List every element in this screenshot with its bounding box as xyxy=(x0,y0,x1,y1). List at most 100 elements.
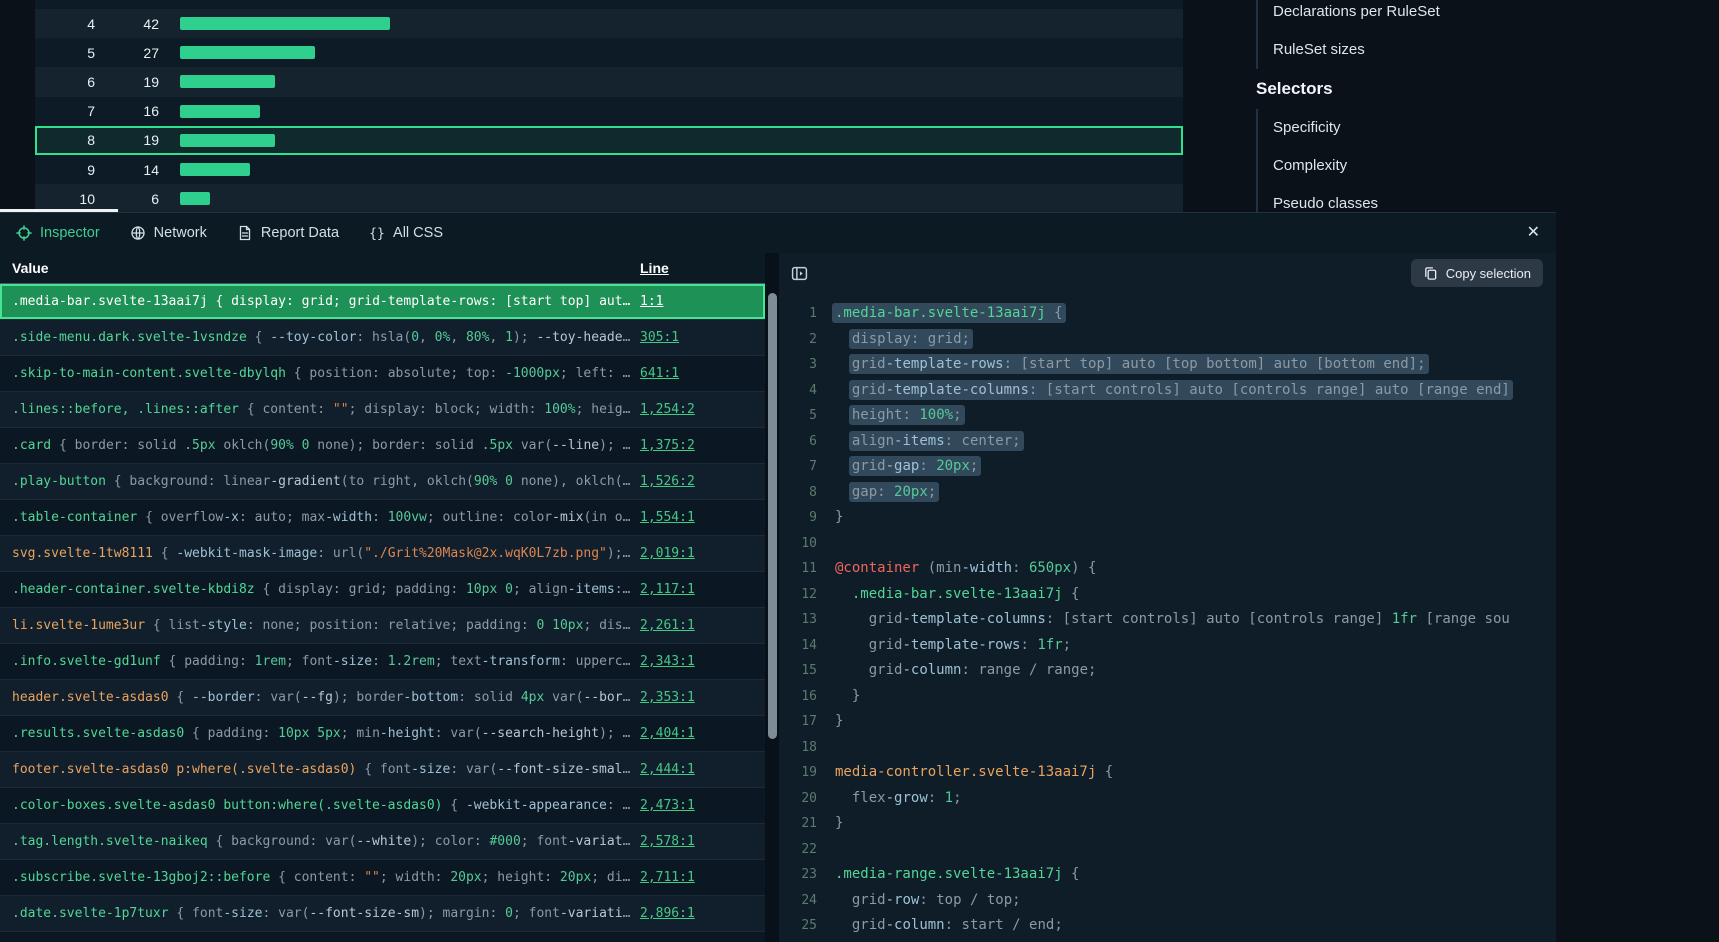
code-line: 26 xyxy=(779,939,1556,942)
rule-value: .color-boxes.svelte-asdas0 button:where(… xyxy=(0,798,640,813)
line-number: 15 xyxy=(779,658,835,684)
line-link[interactable]: 2,404:1 xyxy=(640,726,695,741)
code-line: 9} xyxy=(779,505,1556,531)
table-scrollbar[interactable] xyxy=(765,253,779,942)
chart-row[interactable]: 819 xyxy=(35,126,1183,155)
line-link[interactable]: 1,254:2 xyxy=(640,402,695,417)
nav-item-ruleset-sizes[interactable]: RuleSet sizes xyxy=(1258,31,1716,69)
line-number: 6 xyxy=(779,429,835,455)
line-link[interactable]: 305:1 xyxy=(640,330,679,345)
nav-item-specificity[interactable]: Specificity xyxy=(1258,109,1716,147)
line-link[interactable]: 2,117:1 xyxy=(640,582,695,597)
chart-row[interactable]: 106 xyxy=(35,184,1183,212)
line-link[interactable]: 1:1 xyxy=(640,294,663,309)
css-rule-row[interactable]: .lines::before, .lines::after { content:… xyxy=(0,392,765,428)
tab-report-data[interactable]: Report Data xyxy=(237,225,339,241)
css-rule-row[interactable]: li.svelte-1ume3ur { list-style: none; po… xyxy=(0,608,765,644)
code-line: 4 grid-template-columns: [start controls… xyxy=(779,378,1556,404)
chart-row-label: 6 xyxy=(35,74,95,90)
line-link[interactable]: 2,444:1 xyxy=(640,762,695,777)
chart-row-value: 6 xyxy=(95,191,159,207)
css-rule-row[interactable]: .table-container { overflow-x: auto; max… xyxy=(0,500,765,536)
line-link[interactable]: 1,375:2 xyxy=(640,438,695,453)
tab-label: Inspector xyxy=(40,225,100,241)
css-rule-row[interactable]: .skip-to-main-content.svelte-dbylqh { po… xyxy=(0,356,765,392)
panel-toggle-icon[interactable] xyxy=(791,265,808,282)
rule-line-cell: 641:1 xyxy=(640,366,765,381)
line-link[interactable]: 2,353:1 xyxy=(640,690,695,705)
rule-line-cell: 2,578:1 xyxy=(640,834,765,849)
line-link[interactable]: 1,526:2 xyxy=(640,474,695,489)
scrollbar-thumb[interactable] xyxy=(768,293,777,739)
css-rule-row[interactable]: .color-boxes.svelte-asdas0 button:where(… xyxy=(0,788,765,824)
column-header-line[interactable]: Line xyxy=(640,260,765,276)
css-rule-row[interactable]: .play-button { background: linear-gradie… xyxy=(0,464,765,500)
rule-value: .results.svelte-asdas0 { padding: 10px 5… xyxy=(0,726,640,741)
rule-value: .play-button { background: linear-gradie… xyxy=(0,474,640,489)
chart-row-label: 10 xyxy=(35,191,95,207)
line-number: 26 xyxy=(779,939,835,942)
rule-value: li.svelte-1ume3ur { list-style: none; po… xyxy=(0,618,640,633)
line-link[interactable]: 2,261:1 xyxy=(640,618,695,633)
nav-item-declarations-per-ruleset[interactable]: Declarations per RuleSet xyxy=(1258,0,1716,31)
line-link[interactable]: 1,554:1 xyxy=(640,510,695,525)
code-text: } xyxy=(835,505,843,531)
code-text: grid-column: start / end; xyxy=(835,913,1063,939)
nav-header-selectors[interactable]: Selectors xyxy=(1256,69,1716,109)
line-link[interactable]: 2,343:1 xyxy=(640,654,695,669)
code-text: grid-column: range / range; xyxy=(835,658,1096,684)
css-rule-row[interactable]: .header-container.svelte-kbdi8z { displa… xyxy=(0,572,765,608)
chart-row[interactable]: 914 xyxy=(35,155,1183,184)
code-text: flex-grow: 1; xyxy=(835,786,962,812)
nav-item-complexity[interactable]: Complexity xyxy=(1258,147,1716,185)
ruleset-bar-chart: 442527619716819914106 xyxy=(35,0,1183,212)
tab-network[interactable]: Network xyxy=(130,225,207,241)
code-text: height: 100%; xyxy=(835,403,962,429)
line-link[interactable]: 2,896:1 xyxy=(640,906,695,921)
line-link[interactable]: 641:1 xyxy=(640,366,679,381)
rule-line-cell: 2,473:1 xyxy=(640,798,765,813)
css-rule-row[interactable]: svg.svelte-1tw8111 { -webkit-mask-image:… xyxy=(0,536,765,572)
rule-value: svg.svelte-1tw8111 { -webkit-mask-image:… xyxy=(0,546,640,561)
css-rule-row[interactable]: .media-bar.svelte-13aai7j { display: gri… xyxy=(0,284,765,320)
table-header: Value Line xyxy=(0,253,765,284)
report-icon xyxy=(237,225,253,241)
css-rule-row[interactable]: .tag.length.svelte-naikeq { background: … xyxy=(0,824,765,860)
line-number: 3 xyxy=(779,352,835,378)
copy-selection-button[interactable]: Copy selection xyxy=(1411,259,1543,287)
tab-inspector[interactable]: Inspector xyxy=(16,225,100,241)
css-rule-row[interactable]: .date.svelte-1p7tuxr { font-size: var(--… xyxy=(0,896,765,932)
close-icon[interactable]: ✕ xyxy=(1527,224,1540,242)
code-line: 14 grid-template-rows: 1fr; xyxy=(779,633,1556,659)
rule-line-cell: 2,019:1 xyxy=(640,546,765,561)
tab-all-css[interactable]: {}All CSS xyxy=(369,225,443,241)
css-rule-row[interactable]: .info.svelte-gd1unf { padding: 1rem; fon… xyxy=(0,644,765,680)
line-number: 25 xyxy=(779,913,835,939)
css-rule-row[interactable]: .card { border: solid .5px oklch(90% 0 n… xyxy=(0,428,765,464)
css-rule-row[interactable]: .side-menu.dark.svelte-1vsndze { --toy-c… xyxy=(0,320,765,356)
chart-row-label: 8 xyxy=(35,132,95,148)
chart-row[interactable]: 619 xyxy=(35,67,1183,96)
line-link[interactable]: 2,019:1 xyxy=(640,546,695,561)
css-rule-row[interactable]: header.svelte-asdas0 { --border: var(--f… xyxy=(0,680,765,716)
rule-value: .table-container { overflow-x: auto; max… xyxy=(0,510,640,525)
line-link[interactable]: 2,473:1 xyxy=(640,798,695,813)
rule-line-cell: 1,554:1 xyxy=(640,510,765,525)
code-area[interactable]: 1.media-bar.svelte-13aai7j {2 display: g… xyxy=(779,293,1556,942)
code-text: grid-gap: 20px; xyxy=(835,454,978,480)
svg-text:{}: {} xyxy=(369,227,385,242)
chart-bar xyxy=(180,192,210,205)
chart-row[interactable]: 716 xyxy=(35,97,1183,126)
chart-bar xyxy=(180,105,260,118)
css-rule-row[interactable]: footer.svelte-asdas0 p:where(.svelte-asd… xyxy=(0,752,765,788)
line-link[interactable]: 2,711:1 xyxy=(640,870,695,885)
line-number: 16 xyxy=(779,684,835,710)
css-rule-row[interactable]: .results.svelte-asdas0 { padding: 10px 5… xyxy=(0,716,765,752)
line-link[interactable]: 2,578:1 xyxy=(640,834,695,849)
chart-row[interactable]: 527 xyxy=(35,38,1183,67)
rule-value: .tag.length.svelte-naikeq { background: … xyxy=(0,834,640,849)
css-rule-row[interactable]: .subscribe.svelte-13gboj2::before { cont… xyxy=(0,860,765,896)
line-number: 2 xyxy=(779,327,835,353)
inspect-icon xyxy=(16,225,32,241)
chart-row[interactable]: 442 xyxy=(35,9,1183,38)
